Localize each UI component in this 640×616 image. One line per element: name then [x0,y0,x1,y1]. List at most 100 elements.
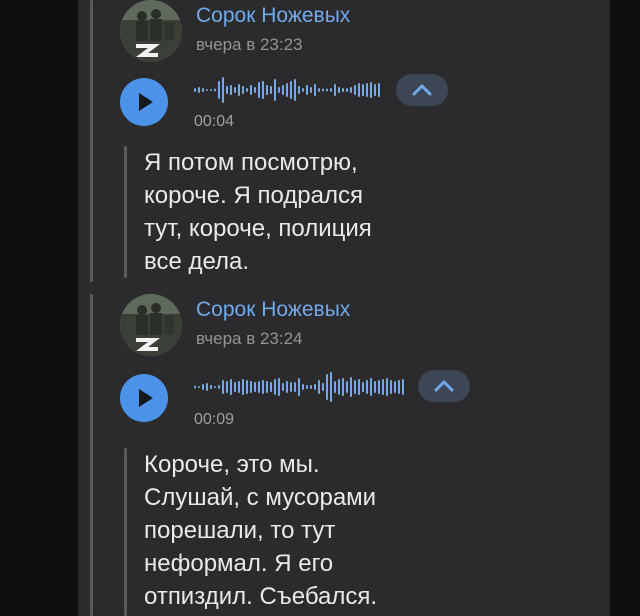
waveform-bar [358,379,360,395]
waveform-bar [394,381,396,393]
waveform-bar [362,382,364,392]
waveform-bar [270,382,272,392]
waveform-bar [326,374,328,400]
waveform-bar [306,85,308,95]
waveform-bar [310,87,312,93]
waveform-bar [362,84,364,96]
waveform-bar [322,383,324,391]
waveform-bar [234,87,236,93]
transcript-line: порешали, то тут [144,517,336,544]
waveform-bar [206,89,208,91]
play-icon [139,93,153,111]
transcript-line: все дела. [144,248,250,275]
waveform-bar [402,379,404,395]
play-button[interactable] [120,374,168,422]
voice-transcript: Короче, это мы. Слушай, с мусорами пореш… [144,448,377,613]
waveform-bar [246,88,248,92]
waveform-bar [314,84,316,96]
waveform-bar [290,382,292,392]
chevron-up-icon [412,84,432,96]
waveform-bar [382,379,384,395]
waveform-bar [254,382,256,392]
message: Сорок Ножевых вчера в 23:23 00:04 Я пото… [78,0,610,282]
transcript-line: Я потом посмотрю, [144,149,358,176]
waveform-bar [226,86,228,94]
transcript-line: тут, короче, полиция [144,215,372,242]
waveform[interactable] [194,370,410,404]
waveform-bar [226,381,228,393]
waveform-bar [282,85,284,95]
waveform-bar [354,85,356,95]
waveform-bar [294,382,296,392]
avatar-image [120,0,182,62]
waveform-bar [274,379,276,395]
waveform-bar [374,84,376,96]
waveform-bar [210,89,212,91]
waveform-bar [282,383,284,391]
waveform-bar [258,82,260,98]
waveform-bar [366,83,368,97]
waveform-bar [374,381,376,393]
timestamp: вчера в 23:23 [196,35,303,54]
waveform-bar [218,385,220,389]
transcript-line: Слушай, с мусорами [144,484,377,511]
waveform-bar [262,380,264,394]
waveform[interactable] [194,74,390,106]
waveform-bar [354,380,356,394]
waveform-bar [258,381,260,393]
transcript-line: короче. Я подрался [144,182,363,209]
waveform-bar [338,379,340,395]
transcript-quote-bar [124,146,127,278]
waveform-bar [222,77,224,103]
author-name[interactable]: Сорок Ножевых [196,4,350,28]
waveform-bar [250,381,252,393]
waveform-bar [314,384,316,390]
waveform-bar [378,380,380,394]
waveform-bar [230,85,232,95]
waveform-bar [346,88,348,92]
waveform-bar [338,87,340,93]
waveform-bar [194,88,196,92]
waveform-bar [198,87,200,93]
waveform-bar [254,87,256,93]
waveform-bar [358,83,360,97]
waveform-bar [230,379,232,395]
chevron-up-icon [434,380,454,392]
waveform-bar [334,381,336,393]
author-name[interactable]: Сорок Ножевых [196,298,350,322]
transcript-quote-bar [124,448,127,616]
play-button[interactable] [120,78,168,126]
waveform-bar [290,81,292,99]
avatar[interactable] [120,0,182,62]
waveform-bar [202,384,204,390]
waveform-bar [366,380,368,394]
waveform-bar [322,88,324,92]
waveform-bar [310,385,312,389]
waveform-bar [306,385,308,389]
waveform-bar [210,385,212,389]
waveform-bar [242,379,244,395]
voice-transcript: Я потом посмотрю, короче. Я подрался тут… [144,146,372,278]
waveform-bar [218,81,220,99]
waveform-bar [330,88,332,92]
transcript-toggle-button[interactable] [418,370,470,402]
waveform-bar [298,86,300,94]
waveform-bar [342,88,344,92]
waveform-bar [202,88,204,92]
transcript-line: неформал. Я его [144,550,334,577]
waveform-bar [246,380,248,394]
play-icon [139,389,153,407]
waveform-bar [206,383,208,391]
voice-duration: 00:09 [194,411,235,428]
timestamp: вчера в 23:24 [196,329,303,348]
transcript-toggle-button[interactable] [396,74,448,106]
waveform-bar [262,81,264,99]
waveform-bar [302,88,304,92]
avatar-image [120,294,182,356]
waveform-bar [266,381,268,393]
waveform-bar [346,381,348,393]
waveform-bar [326,88,328,92]
waveform-bar [370,378,372,396]
avatar[interactable] [120,294,182,356]
waveform-bar [242,86,244,94]
